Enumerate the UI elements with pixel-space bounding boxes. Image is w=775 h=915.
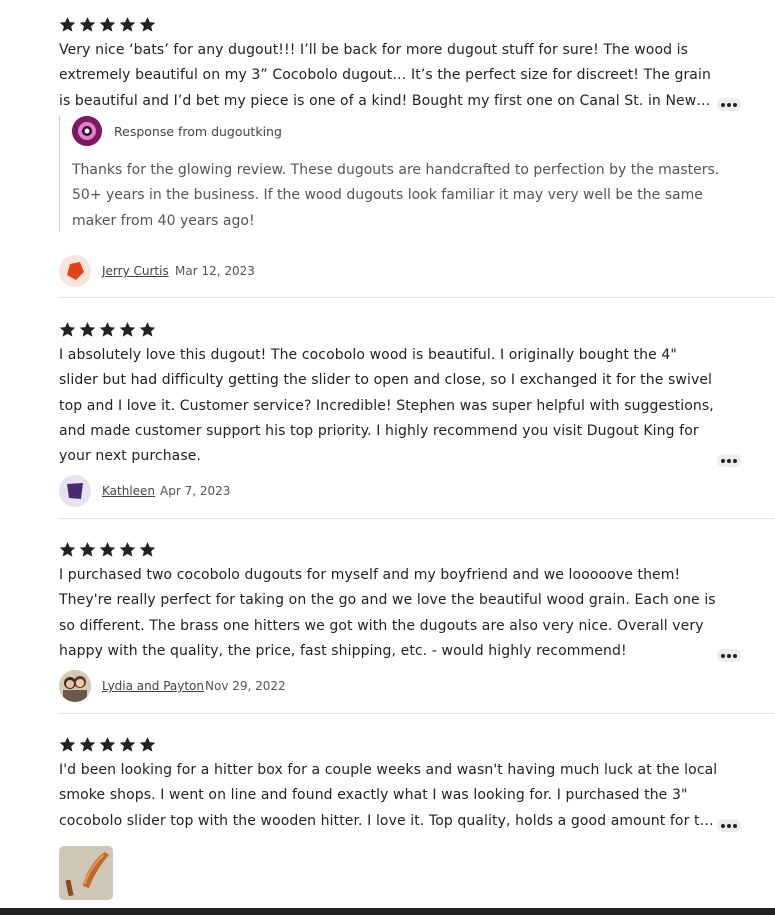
avatar — [59, 475, 91, 507]
star-rating — [59, 16, 156, 36]
star-icon — [139, 322, 156, 337]
review-date: Apr 7, 2023 — [160, 484, 231, 498]
more-options-button[interactable] — [717, 454, 741, 467]
review-text: I'd been looking for a hitter box for a … — [59, 762, 718, 829]
star-rating — [59, 541, 156, 561]
review-photo-thumbnail[interactable] — [59, 846, 113, 900]
star-icon — [119, 737, 136, 752]
star-icon — [119, 542, 136, 557]
star-icon — [119, 322, 136, 337]
star-icon — [59, 737, 76, 752]
review-divider — [59, 518, 775, 519]
review-date: Mar 12, 2023 — [175, 264, 255, 278]
star-rating — [59, 736, 156, 756]
star-icon — [99, 322, 116, 337]
star-icon — [139, 737, 156, 752]
star-icon — [59, 17, 76, 32]
review-divider — [59, 713, 775, 714]
avatar — [59, 255, 91, 287]
review-text: I purchased two cocobolo dugouts for mys… — [59, 567, 716, 659]
review-text: I absolutely love this dugout! The cocob… — [59, 347, 714, 465]
reviewer-name-link[interactable]: Lydia and Payton — [102, 679, 204, 693]
avatar-shape-icon — [67, 262, 84, 280]
shop-logo-icon — [72, 116, 102, 146]
more-options-button[interactable] — [717, 98, 741, 111]
star-icon — [139, 542, 156, 557]
response-title: Response from dugoutking — [114, 124, 282, 139]
more-options-button[interactable] — [717, 819, 741, 832]
reviewer-name-link[interactable]: Kathleen — [102, 484, 155, 498]
review-text: Very nice ‘bats’ for any dugout!!! I’ll … — [59, 42, 711, 109]
avatar — [59, 670, 91, 702]
star-icon — [79, 17, 96, 32]
star-icon — [79, 737, 96, 752]
reviewer-name-link[interactable]: Jerry Curtis — [102, 264, 169, 278]
star-icon — [99, 737, 116, 752]
more-options-button[interactable] — [717, 649, 741, 662]
star-rating — [59, 321, 156, 341]
reviewer-photo-icon — [59, 670, 91, 702]
star-icon — [79, 542, 96, 557]
star-icon — [119, 17, 136, 32]
review-date: Nov 29, 2022 — [205, 679, 286, 693]
star-icon — [99, 17, 116, 32]
seller-response: Response from dugoutking Thanks for the … — [59, 116, 740, 232]
bottom-bar — [0, 908, 775, 915]
star-icon — [59, 322, 76, 337]
star-icon — [79, 322, 96, 337]
star-icon — [99, 542, 116, 557]
review-photo-icon — [59, 846, 113, 900]
review-divider — [59, 297, 775, 298]
star-icon — [59, 542, 76, 557]
avatar-shape-icon — [67, 483, 83, 499]
response-text: Thanks for the glowing review. These dug… — [72, 162, 720, 229]
shop-avatar — [72, 116, 102, 146]
star-icon — [139, 17, 156, 32]
